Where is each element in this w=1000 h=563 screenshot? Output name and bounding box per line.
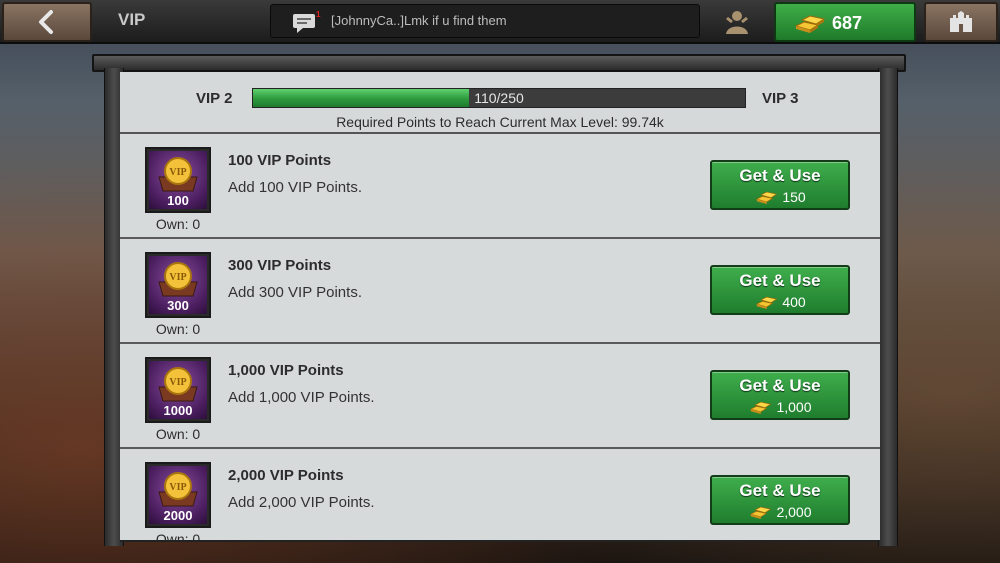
item-owned-count: Own: 0 [155,216,201,232]
gold-bars-icon [750,401,772,415]
page-title: VIP [118,10,146,29]
svg-text:VIP: VIP [169,167,186,178]
board-frame-right [878,68,898,546]
item-description: Add 100 VIP Points. [228,179,362,196]
get-and-use-label: Get & Use [739,481,821,500]
vip-coin-chest-icon: VIP [158,367,198,402]
list-item: VIP 300 Own: 0 300 VIP Points Add 300 VI… [120,239,880,344]
item-thumbnail: VIP 300 [145,252,211,318]
gold-bars-icon [756,191,778,205]
item-description: Add 1,000 VIP Points. [228,389,375,406]
get-and-use-label: Get & Use [739,271,821,290]
item-badge-number: 100 [167,193,189,208]
gold-amount: 687 [832,13,863,33]
svg-text:1: 1 [316,10,321,19]
next-vip-level: VIP 3 [762,90,799,107]
list-item: VIP 100 Own: 0 100 VIP Points Add 100 VI… [120,134,880,239]
item-description: Add 300 VIP Points. [228,284,362,301]
board-frame-top [92,54,906,72]
item-name: 300 VIP Points [228,257,332,274]
arrow-left-icon [39,10,53,34]
list-item: VIP 1000 Own: 0 1,000 VIP Points Add 1,0… [120,344,880,449]
svg-text:VIP: VIP [169,272,186,283]
item-badge-number: 2000 [163,508,193,523]
get-and-use-button[interactable]: Get & Use 400 [710,265,850,315]
item-thumbnail: VIP 1000 [145,357,211,423]
item-badge-number: 300 [167,298,189,313]
required-points-text: Required Points to Reach Current Max Lev… [336,114,664,130]
get-and-use-button[interactable]: Get & Use 2,000 [710,475,850,525]
vip-coin-chest-icon: VIP [158,262,198,297]
castle-icon [950,11,972,32]
item-description: Add 2,000 VIP Points. [228,494,375,511]
get-and-use-label: Get & Use [739,166,821,185]
item-cost: 2,000 [712,504,848,520]
item-name: 100 VIP Points [228,152,332,169]
back-button[interactable] [2,2,92,42]
castle-button[interactable] [924,2,998,42]
item-owned-count: Own: 0 [155,321,201,337]
item-cost-value: 1,000 [776,399,812,415]
item-owned-count: Own: 0 [155,426,201,442]
get-and-use-label: Get & Use [739,376,821,395]
item-thumbnail: VIP 100 [145,147,211,213]
get-and-use-button[interactable]: Get & Use 150 [710,160,850,210]
item-cost-value: 400 [782,294,806,310]
item-name: 2,000 VIP Points [228,467,344,484]
gold-balance-button[interactable]: 687 [774,2,916,42]
friend-icon[interactable] [722,8,752,36]
chat-bubble-icon: 1 [293,10,321,33]
vip-items-panel[interactable]: VIP 2 110/250 VIP 3 Required Points to R… [120,72,880,542]
item-cost: 150 [712,189,848,205]
vip-coin-chest-icon: VIP [158,472,198,507]
svg-text:VIP: VIP [169,482,186,493]
item-thumbnail: VIP 2000 [145,462,211,528]
gold-bars-icon [756,296,778,310]
item-cost: 1,000 [712,399,848,415]
chat-bar[interactable]: 1 [JohnnyCa..]Lmk if u find them [270,4,700,38]
current-vip-level: VIP 2 [196,90,233,107]
svg-text:VIP: VIP [169,377,186,388]
item-cost-value: 2,000 [776,504,812,520]
vip-coin-chest-icon: VIP [158,157,198,192]
vip-progress-text: 110/250 [474,90,524,106]
item-cost-value: 150 [782,189,806,205]
get-and-use-button[interactable]: Get & Use 1,000 [710,370,850,420]
gold-bars-icon [794,15,826,33]
item-owned-count: Own: 0 [155,531,201,542]
item-badge-number: 1000 [163,403,193,418]
vip-progress-bar: 110/250 [252,88,746,108]
item-cost: 400 [712,294,848,310]
gold-bars-icon [750,506,772,520]
vip-progress-header: VIP 2 110/250 VIP 3 Required Points to R… [120,72,880,134]
item-name: 1,000 VIP Points [228,362,344,379]
top-bar: VIP 1 [JohnnyCa..]Lmk if u find them 687 [0,0,1000,44]
list-item: VIP 2000 Own: 0 2,000 VIP Points Add 2,0… [120,449,880,542]
chat-message: [JohnnyCa..]Lmk if u find them [331,13,507,28]
